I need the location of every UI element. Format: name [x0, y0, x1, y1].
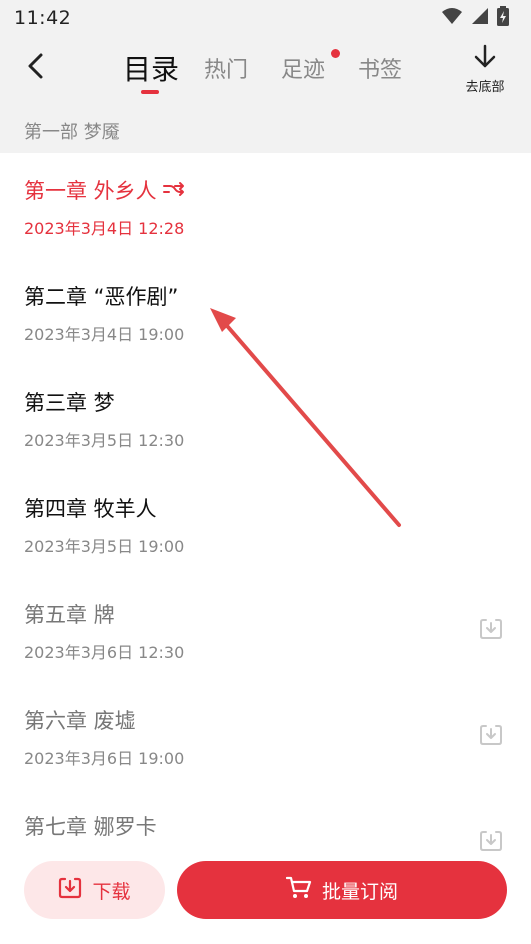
chapter-title: 第四章 牧羊人 — [24, 497, 157, 521]
bottom-action-bar: 下载 批量订阅 — [0, 853, 531, 944]
chapter-title: 第三章 梦 — [24, 391, 115, 415]
chapter-date: 2023年3月5日 19:00 — [24, 537, 185, 556]
chapter-list: 第一章 外乡人 2023年3月4日 12:28 第二章 “恶作剧” 2023年3… — [0, 153, 531, 853]
chapter-title: 第七章 娜罗卡 — [24, 815, 157, 839]
chapter-date: 2023年3月4日 19:00 — [24, 325, 185, 344]
chapter-item[interactable]: 第六章 废墟 2023年3月6日 19:00 — [0, 683, 531, 789]
tab-history[interactable]: 足迹 — [281, 52, 325, 84]
volume-title: 第一部 梦魇 — [24, 122, 120, 143]
tab-bookmarks[interactable]: 书签 — [358, 52, 402, 84]
status-icons — [441, 6, 509, 30]
chapter-title: 第一章 外乡人 — [24, 175, 185, 205]
active-tab-indicator — [141, 90, 159, 94]
go-to-bottom-label: 去底部 — [465, 80, 505, 95]
chapter-date: 2023年3月6日 12:30 — [24, 643, 185, 662]
chapter-date: 2023年3月4日 12:28 — [24, 219, 185, 238]
batch-subscribe-label: 批量订阅 — [321, 880, 398, 903]
status-bar: 11:42 — [0, 0, 531, 36]
tab-bar: 目录 热门 足迹 书签 — [0, 36, 531, 106]
download-chapter-icon[interactable] — [479, 829, 503, 853]
chapter-date: 2023年3月6日 19:00 — [24, 749, 185, 768]
chapter-date: 2023年3月5日 12:30 — [24, 431, 185, 450]
battery-charging-icon — [497, 6, 509, 30]
chapter-item[interactable]: 第一章 外乡人 2023年3月4日 12:28 — [0, 153, 531, 259]
chapter-item[interactable]: 第二章 “恶作剧” 2023年3月4日 19:00 — [0, 259, 531, 365]
download-label: 下载 — [92, 880, 131, 903]
current-reading-icon — [162, 178, 185, 202]
chapter-title: 第六章 废墟 — [24, 709, 136, 733]
chapter-item[interactable]: 第四章 牧羊人 2023年3月5日 19:00 — [0, 471, 531, 577]
header: 目录 热门 足迹 书签 去底部 — [0, 36, 531, 106]
chapter-title: 第二章 “恶作剧” — [24, 285, 179, 309]
arrow-down-icon — [473, 44, 497, 74]
chapter-item[interactable]: 第五章 牌 2023年3月6日 12:30 — [0, 577, 531, 683]
download-button[interactable]: 下载 — [24, 861, 165, 919]
tab-catalog[interactable]: 目录 — [123, 48, 179, 88]
notification-dot — [331, 49, 340, 58]
batch-subscribe-button[interactable]: 批量订阅 — [177, 861, 507, 919]
chapter-title: 第五章 牌 — [24, 603, 115, 627]
wifi-icon — [441, 7, 463, 29]
tab-hot[interactable]: 热门 — [204, 52, 248, 84]
download-icon — [58, 876, 82, 905]
download-chapter-icon[interactable] — [479, 723, 503, 751]
volume-header: 第一部 梦魇 — [0, 106, 531, 153]
download-chapter-icon[interactable] — [479, 617, 503, 645]
chapter-item[interactable]: 第三章 梦 2023年3月5日 12:30 — [0, 365, 531, 471]
cart-icon — [285, 876, 312, 905]
status-time: 11:42 — [14, 7, 72, 29]
signal-icon — [471, 7, 489, 29]
chapter-item[interactable]: 第七章 娜罗卡 — [0, 789, 531, 853]
go-to-bottom-button[interactable]: 去底部 — [460, 44, 510, 100]
